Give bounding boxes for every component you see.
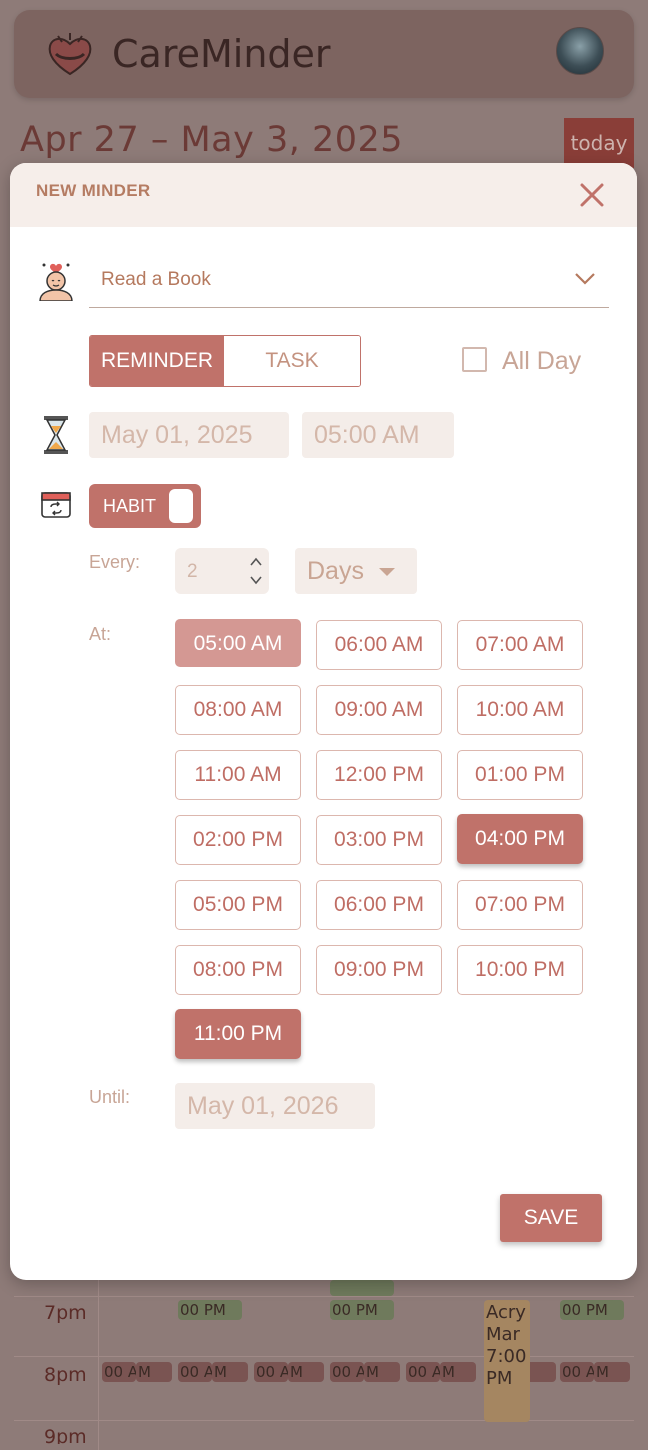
reminder-button[interactable]: REMINDER bbox=[90, 336, 224, 386]
time-option[interactable]: 08:00 AM bbox=[175, 685, 301, 735]
close-icon[interactable] bbox=[576, 179, 608, 211]
habit-label: HABIT bbox=[103, 496, 157, 516]
calendar-repeat-icon bbox=[41, 492, 71, 518]
every-value: 2 bbox=[187, 561, 198, 582]
calendar-event[interactable]: 00 AM bbox=[102, 1362, 136, 1382]
calendar-event[interactable]: 00 PM bbox=[560, 1300, 624, 1320]
time-option[interactable]: 06:00 AM bbox=[316, 620, 442, 670]
calendar-event[interactable]: 00 AM bbox=[560, 1362, 594, 1382]
time-option[interactable]: 10:00 PM bbox=[457, 945, 583, 995]
habit-toggle-knob bbox=[169, 489, 193, 523]
time-option[interactable]: 09:00 AM bbox=[316, 685, 442, 735]
time-option[interactable]: 11:00 PM bbox=[175, 1009, 301, 1059]
time-option[interactable]: 07:00 PM bbox=[457, 880, 583, 930]
hour-label: 8pm bbox=[44, 1364, 87, 1386]
time-option[interactable]: 08:00 PM bbox=[175, 945, 301, 995]
habit-toggle[interactable]: HABIT bbox=[89, 484, 201, 528]
start-date-field[interactable]: May 01, 2025 bbox=[89, 412, 289, 458]
calendar-grid: 7pm 8pm 9pm 00 PM 00 PM 00 PM 00 AM M 00… bbox=[14, 1280, 634, 1450]
time-option[interactable]: 09:00 PM bbox=[316, 945, 442, 995]
time-option[interactable]: 04:00 PM bbox=[457, 814, 583, 864]
calendar-event[interactable]: 00 AM bbox=[254, 1362, 288, 1382]
calendar-event[interactable]: 00 AM bbox=[406, 1362, 440, 1382]
today-button[interactable]: today bbox=[564, 118, 634, 168]
dialog-header: NEW MINDER bbox=[10, 163, 637, 227]
hour-label: 9pm bbox=[44, 1426, 87, 1444]
calendar-event[interactable]: 00 AM bbox=[330, 1362, 364, 1382]
self-care-person-icon bbox=[39, 263, 73, 301]
calendar-event[interactable]: M bbox=[136, 1362, 172, 1382]
app-title: CareMinder bbox=[112, 32, 331, 76]
calendar-hour-line bbox=[14, 1356, 634, 1357]
every-unit-select[interactable]: Days bbox=[295, 548, 417, 594]
time-option[interactable]: 01:00 PM bbox=[457, 750, 583, 800]
time-option[interactable]: 06:00 PM bbox=[316, 880, 442, 930]
dialog-title: NEW MINDER bbox=[36, 181, 151, 200]
start-time-field[interactable]: 05:00 AM bbox=[302, 412, 454, 458]
calendar-event[interactable]: M bbox=[440, 1362, 476, 1382]
time-option[interactable]: 03:00 PM bbox=[316, 815, 442, 865]
heart-hug-logo-icon bbox=[48, 33, 92, 76]
time-option[interactable]: 05:00 PM bbox=[175, 880, 301, 930]
caret-down-icon bbox=[379, 568, 395, 576]
minder-select[interactable]: Read a Book bbox=[89, 261, 609, 308]
hourglass-icon bbox=[44, 416, 68, 454]
calendar-event[interactable]: M bbox=[594, 1362, 630, 1382]
until-date-field[interactable]: May 01, 2026 bbox=[175, 1083, 375, 1129]
calendar-event[interactable] bbox=[330, 1280, 394, 1296]
calendar-hour-line bbox=[14, 1296, 634, 1297]
time-option[interactable]: 10:00 AM bbox=[457, 685, 583, 735]
every-unit-value: Days bbox=[307, 557, 364, 585]
calendar-event[interactable]: Acry Mar 7:00 PM bbox=[484, 1300, 530, 1422]
type-toggle: REMINDER TASK bbox=[89, 335, 361, 387]
calendar-event[interactable]: 00 PM bbox=[330, 1300, 394, 1320]
time-option[interactable]: 07:00 AM bbox=[457, 620, 583, 670]
every-label: Every: bbox=[89, 552, 141, 572]
calendar-event[interactable]: M bbox=[212, 1362, 248, 1382]
calendar-hour-line bbox=[14, 1420, 634, 1421]
task-button[interactable]: TASK bbox=[224, 336, 360, 386]
all-day-checkbox[interactable] bbox=[462, 347, 487, 372]
calendar-event[interactable]: M bbox=[364, 1362, 400, 1382]
stepper-down-icon[interactable] bbox=[249, 574, 263, 586]
app-header: CareMinder bbox=[14, 10, 634, 98]
time-option[interactable]: 11:00 AM bbox=[175, 750, 301, 800]
save-button[interactable]: SAVE bbox=[500, 1194, 602, 1242]
time-option[interactable]: 12:00 PM bbox=[316, 750, 442, 800]
time-option[interactable]: 02:00 PM bbox=[175, 815, 301, 865]
calendar-event[interactable]: 00 PM bbox=[178, 1300, 242, 1320]
week-range-title: Apr 27 – May 3, 2025 bbox=[20, 120, 404, 160]
calendar-event[interactable]: 00 AM bbox=[178, 1362, 212, 1382]
chevron-down-icon bbox=[575, 273, 595, 285]
every-stepper[interactable]: 2 bbox=[175, 548, 269, 594]
all-day-label: All Day bbox=[502, 347, 582, 375]
calendar-event[interactable]: M bbox=[288, 1362, 324, 1382]
user-avatar[interactable] bbox=[556, 27, 604, 75]
new-minder-dialog: NEW MINDER Read a Book REMINDER TASK All… bbox=[10, 163, 637, 1280]
at-label: At: bbox=[89, 624, 112, 644]
hour-label: 7pm bbox=[44, 1302, 87, 1324]
time-option[interactable]: 05:00 AM bbox=[175, 619, 301, 667]
until-label: Until: bbox=[89, 1087, 131, 1107]
stepper-up-icon[interactable] bbox=[249, 556, 263, 568]
minder-select-value: Read a Book bbox=[101, 269, 211, 290]
